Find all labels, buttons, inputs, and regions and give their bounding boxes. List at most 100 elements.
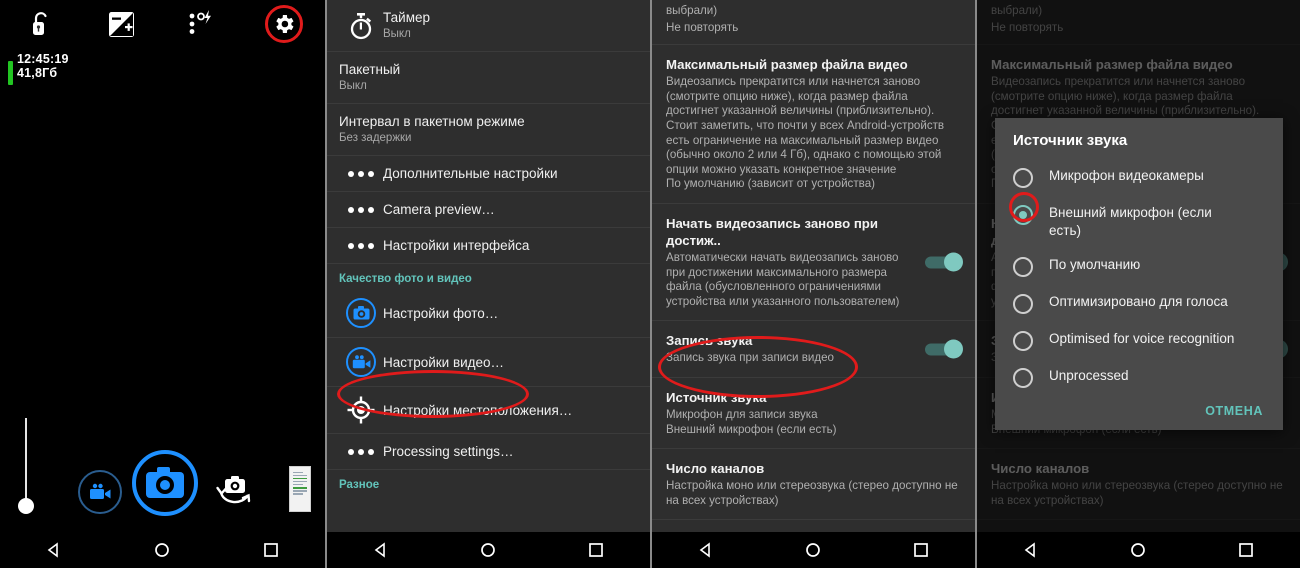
settings-list: Таймер Выкл Пакетный Выкл Интервал в пак… [327,0,650,532]
video-camera-icon [339,347,383,377]
settings-list-panel: Таймер Выкл Пакетный Выкл Интервал в пак… [325,0,650,568]
row-subtitle: Без задержки [339,132,412,144]
radio-button[interactable] [1013,331,1033,351]
section-header-quality: Качество фото и видео [339,273,472,285]
video-row-channel-count[interactable]: Число каналов Настройка моно или стереоз… [652,449,975,521]
row-title: Таймер [383,10,430,25]
unlock-icon[interactable] [0,0,81,48]
row-description: Запись звука при записи видео [666,351,835,365]
settings-row-timer[interactable]: Таймер Выкл [327,0,650,52]
dialog-option-voice-recognition[interactable]: Optimised for voice recognition [995,322,1283,359]
option-label: По умолчанию [1049,257,1141,272]
settings-row-camera-preview[interactable]: Camera preview… [327,192,650,228]
flash-auto-icon[interactable] [163,0,244,48]
settings-row-burst[interactable]: Пакетный Выкл [327,52,650,104]
video-row-audio-source[interactable]: Источник звука Микрофон для записи звука… [652,378,975,450]
video-row-max-file-size[interactable]: Максимальный размер файла видео Видеозап… [652,45,975,204]
row-description: Микрофон для записи звука Внешний микроф… [666,407,837,436]
recents-icon[interactable] [574,532,618,568]
dialog-option-default[interactable]: По умолчанию [995,248,1283,285]
radio-button[interactable] [1013,168,1033,188]
dialog-option-camcorder[interactable]: Микрофон видеокамеры [995,159,1283,196]
back-icon[interactable] [1009,532,1053,568]
dialog-option-external-mic[interactable]: Внешний микрофон (если есть) [995,192,1283,248]
dialog-option-unprocessed[interactable]: Unprocessed [995,359,1283,396]
video-mode-button[interactable] [78,470,122,514]
option-label: Микрофон видеокамеры [1049,168,1204,183]
partial-line-1: выбрали) [666,4,718,17]
radio-button[interactable] [1013,368,1033,388]
back-icon[interactable] [684,532,728,568]
option-label: Unprocessed [1049,368,1129,383]
back-icon[interactable] [32,532,76,568]
row-title: Camera preview… [383,202,495,217]
option-label: Optimised for voice recognition [1049,331,1235,346]
settings-gear-icon[interactable] [244,0,325,48]
home-icon[interactable] [791,532,835,568]
dialog-actions: ОТМЕНА [995,396,1283,422]
camera-viewfinder-panel: 12:45:19 41,8Гб [0,0,325,568]
video-row-record-audio[interactable]: Запись звука Запись звука при записи вид… [652,321,975,378]
row-title: Настройки местоположения… [383,402,573,418]
home-icon[interactable] [466,532,510,568]
row-title: Пакетный [339,62,401,77]
row-subtitle: Выкл [383,28,411,40]
row-title: Processing settings… [383,444,514,459]
radio-button[interactable] [1013,294,1033,314]
dialog-option-voice-optimised[interactable]: Оптимизировано для голоса [995,285,1283,322]
settings-row-processing[interactable]: Processing settings… [327,434,650,470]
settings-row-video-settings[interactable]: Настройки видео… [327,338,650,387]
switch-camera-button[interactable] [212,472,256,512]
recents-icon[interactable] [1224,532,1268,568]
audio-source-dialog: Источник звука Микрофон видеокамеры Внеш… [995,118,1283,430]
section-header-misc: Разное [339,479,380,491]
settings-row-burst-interval[interactable]: Интервал в пакетном режиме Без задержки [327,104,650,156]
gallery-thumbnail[interactable] [289,466,311,512]
settings-row-location[interactable]: Настройки местоположения… [327,387,650,434]
dots-icon [339,206,383,213]
row-description: Автоматически начать видеозапись заново … [666,250,900,308]
recents-icon[interactable] [249,532,293,568]
settings-row-photo-settings[interactable]: Настройки фото… [327,289,650,338]
home-icon[interactable] [1116,532,1160,568]
exposure-icon[interactable] [81,0,162,48]
row-title: Источник звука [666,389,767,405]
selected-radio-annotation-circle [1009,192,1039,222]
settings-row-interface[interactable]: Настройки интерфейса [327,228,650,264]
dots-icon [339,170,383,177]
stopwatch-icon [339,12,383,40]
photo-camera-icon [339,298,383,328]
screenshot-stage: 12:45:19 41,8Гб Таймер Выкл Пакетный Вык… [0,0,1300,568]
settings-row-more-settings[interactable]: Дополнительные настройки [327,156,650,192]
android-navbar [327,532,650,568]
recents-icon[interactable] [899,532,943,568]
row-title: Интервал в пакетном режиме [339,114,525,129]
row-description: Настройка моно или стереозвука (стерео д… [666,479,958,507]
shutter-button[interactable] [132,450,198,516]
back-icon[interactable] [359,532,403,568]
storage-free: 41,8Гб [17,66,58,80]
android-navbar [977,532,1300,568]
option-label: Оптимизировано для голоса [1049,294,1228,309]
row-title: Запись звука [666,333,753,349]
row-subtitle: Выкл [339,80,367,92]
partial-line-2: Не повторять [666,20,739,34]
cancel-button[interactable]: ОТМЕНА [1205,404,1263,418]
video-row-restart-recording[interactable]: Начать видеозапись заново при достиж.. А… [652,204,975,322]
toggle-restart-recording[interactable] [925,252,963,272]
toggle-record-audio[interactable] [925,339,963,359]
row-title: Настройки фото… [383,305,499,321]
row-title: Максимальный размер файла видео [666,57,908,73]
row-title: Начать видеозапись заново при достиж.. [666,215,878,248]
row-title: Настройки интерфейса [383,238,530,253]
radio-button[interactable] [1013,257,1033,277]
android-navbar [652,532,975,568]
home-icon[interactable] [140,532,184,568]
battery-indicator [8,61,13,85]
android-navbar [0,532,325,568]
option-label: Внешний микрофон (если есть) [1049,205,1212,238]
remaining-time: 12:45:19 [17,52,69,66]
video-settings-panel: выбрали) Не повторять Максимальный разме… [650,0,975,568]
dialog-title: Источник звука [1013,132,1128,149]
camera-top-bar [0,0,325,48]
